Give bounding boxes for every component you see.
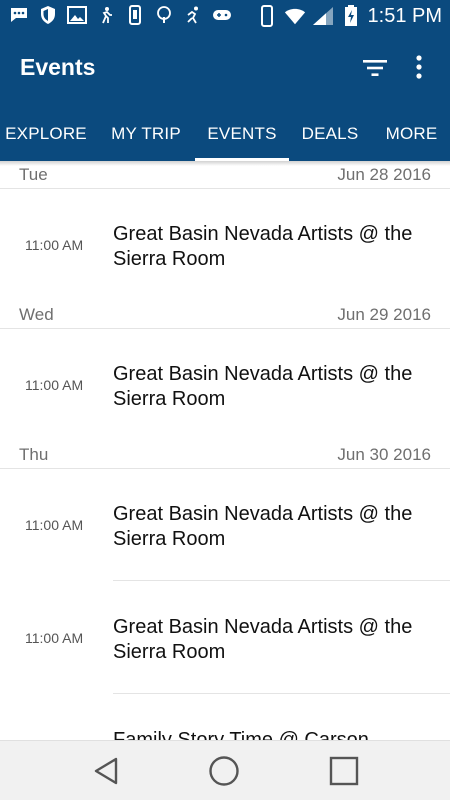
event-title: Great Basin Nevada Artists @ the Sierra …: [113, 223, 413, 270]
app-bar-shadow: [0, 161, 450, 166]
gamepad-icon: [211, 4, 233, 26]
event-item[interactable]: 11:00 AM Great Basin Nevada Artists @ th…: [0, 329, 450, 441]
tree-icon: [153, 4, 175, 26]
tag-icon: [124, 4, 146, 26]
shield-icon: [37, 4, 59, 26]
signal-icon: [312, 5, 334, 27]
run-icon: [182, 4, 204, 26]
event-time: 11:00 AM: [25, 630, 84, 646]
navigation-bar: [0, 740, 450, 800]
event-divider: [113, 693, 450, 694]
day-date: Jun 29 2016: [337, 305, 431, 324]
day-name: Wed: [19, 305, 54, 324]
day-header: Thu Jun 30 2016: [0, 441, 450, 469]
tab-more[interactable]: MORE: [373, 106, 450, 161]
event-time: 11:00 AM: [25, 517, 84, 533]
event-item[interactable]: 11:00 AM Great Basin Nevada Artists @ th…: [0, 469, 450, 581]
event-item[interactable]: Family Story Time @ Carson: [0, 695, 450, 740]
event-time: 11:00 AM: [25, 377, 84, 393]
event-title: Family Story Time @ Carson: [113, 729, 369, 740]
phone-vibrate-icon: [256, 5, 278, 27]
event-time: 11:00 AM: [25, 237, 84, 253]
tab-explore[interactable]: EXPLORE: [0, 106, 92, 161]
system-icons: 1:51 PM: [256, 2, 442, 30]
event-item[interactable]: 11:00 AM Great Basin Nevada Artists @ th…: [0, 582, 450, 694]
more-options-button[interactable]: [406, 52, 432, 82]
recents-icon: [329, 756, 359, 786]
tab-bar: EXPLORE MY TRIP EVENTS DEALS MORE: [0, 106, 450, 161]
event-item[interactable]: 11:00 AM Great Basin Nevada Artists @ th…: [0, 189, 450, 301]
event-title: Great Basin Nevada Artists @ the Sierra …: [113, 363, 413, 410]
walk-icon: [95, 4, 117, 26]
event-title: Great Basin Nevada Artists @ the Sierra …: [113, 616, 413, 663]
event-divider: [113, 580, 450, 581]
day-name: Tue: [19, 165, 48, 184]
status-time: 1:51 PM: [367, 4, 442, 27]
day-header: Wed Jun 29 2016: [0, 301, 450, 329]
filter-icon: [363, 60, 387, 76]
home-icon: [209, 756, 239, 786]
tab-events[interactable]: EVENTS: [195, 106, 289, 161]
recents-button[interactable]: [326, 753, 362, 789]
image-icon: [66, 4, 88, 26]
day-date: Jun 30 2016: [337, 445, 431, 464]
filter-button[interactable]: [360, 54, 390, 82]
app-bar: Events EXPLORE MY TRIP EVENTS DEALS MORE: [0, 32, 450, 161]
event-title: Great Basin Nevada Artists @ the Sierra …: [113, 503, 413, 550]
day-date: Jun 28 2016: [337, 165, 431, 184]
tab-deals[interactable]: DEALS: [289, 106, 371, 161]
tab-my-trip[interactable]: MY TRIP: [97, 106, 195, 161]
status-bar: 1:51 PM: [0, 0, 450, 32]
home-button[interactable]: [206, 753, 242, 789]
message-icon: [8, 4, 30, 26]
page-title: Events: [20, 54, 96, 80]
events-list[interactable]: Tue Jun 28 2016 11:00 AM Great Basin Nev…: [0, 161, 450, 740]
wifi-icon: [284, 5, 306, 27]
battery-charging-icon: [340, 5, 362, 27]
notification-icons: [8, 4, 233, 26]
back-icon: [94, 757, 118, 785]
back-button[interactable]: [88, 753, 124, 789]
more-vert-icon: [416, 55, 422, 79]
day-name: Thu: [19, 445, 49, 464]
